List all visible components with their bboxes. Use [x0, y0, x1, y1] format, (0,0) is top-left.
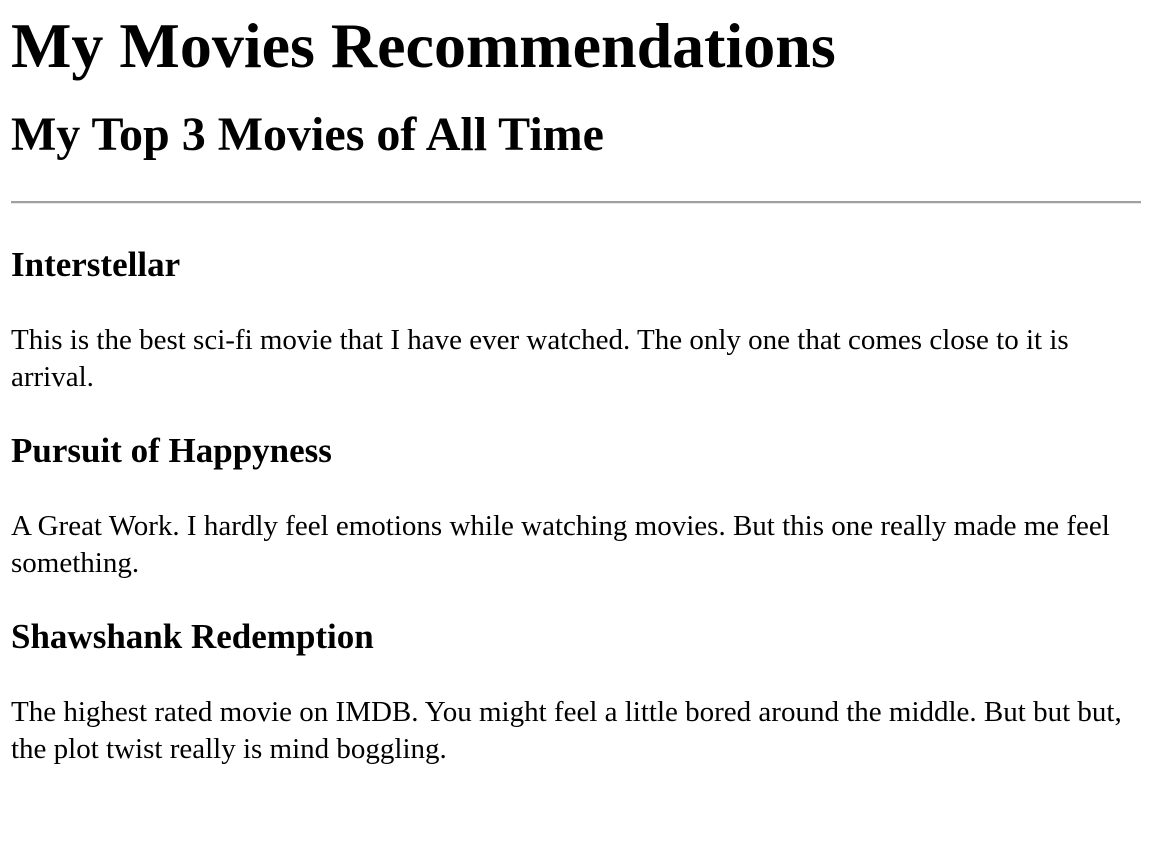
page-subtitle: My Top 3 Movies of All Time [11, 108, 604, 161]
movie-description: This is the best sci-fi movie that I hav… [11, 324, 1069, 393]
movie-title: Interstellar [11, 245, 181, 284]
movie-title: Pursuit of Happyness [11, 431, 332, 470]
movie-description: A Great Work. I hardly feel emotions whi… [11, 510, 1110, 579]
page-title: My Movies Recommendations [11, 10, 836, 81]
divider [11, 201, 1141, 204]
page-content: My Movies Recommendations My Top 3 Movie… [0, 0, 1141, 768]
movie-title: Shawshank Redemption [11, 617, 374, 656]
movie-description: The highest rated movie on IMDB. You mig… [11, 696, 1122, 765]
